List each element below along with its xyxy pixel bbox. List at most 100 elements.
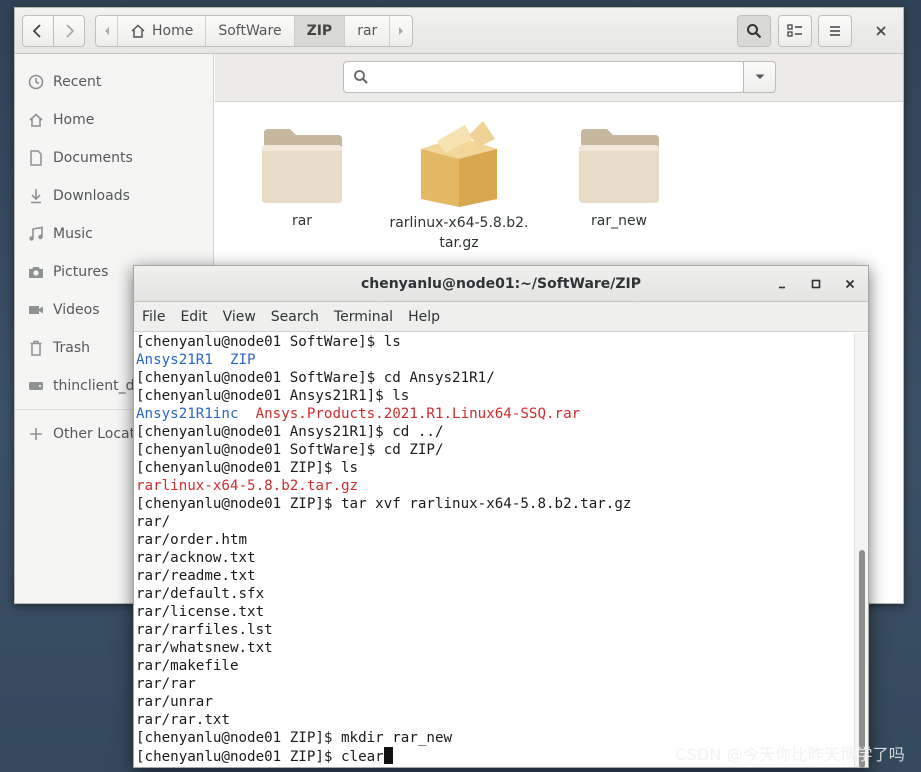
triangle-left-icon [104,27,109,35]
terminal-colored-text: rarlinux-x64-5.8.b2.tar.gz [136,478,359,494]
search-toggle-button[interactable] [737,15,771,47]
sidebar-item-downloads[interactable]: Downloads [15,178,214,214]
terminal-text: rar/rar [136,676,196,692]
file-item-rar-new[interactable]: rar_new [544,121,694,231]
terminal-text: [chenyanlu@node01 SoftWare]$ cd ZIP/ [136,442,444,458]
terminal-output[interactable]: [chenyanlu@node01 SoftWare]$ ls Ansys21R1… [134,333,856,767]
menu-help[interactable]: Help [400,302,447,332]
terminal-line: Ansys21R1 ZIP [136,351,856,369]
close-button[interactable] [841,275,859,293]
breadcrumb-right-arrow[interactable] [390,16,412,46]
terminal-text: [chenyanlu@node01 ZIP]$ tar xvf rarlinux… [136,496,632,512]
maximize-button[interactable] [807,275,825,293]
terminal-line: rar/readme.txt [136,567,856,585]
search-input[interactable] [376,66,736,88]
sidebar-item-label: Home [53,112,95,128]
sidebar-item-label: Documents [53,150,133,166]
terminal-colored-text: Ansys21R1 [136,352,213,368]
sidebar-item-label: Videos [53,302,100,318]
terminal-line: rar/rar.txt [136,711,856,729]
folder-icon [579,129,659,203]
terminal-text: rar/license.txt [136,604,265,620]
sidebar-item-music[interactable]: Music [15,216,214,252]
terminal-line: [chenyanlu@node01 Ansys21R1]$ ls [136,387,856,405]
file-item-rar[interactable]: rar [227,121,377,231]
sidebar-item-label: Trash [53,340,90,356]
terminal-text: rar/acknow.txt [136,550,256,566]
terminal-text: [chenyanlu@node01 ZIP]$ clear [136,749,384,765]
file-item-rarlinux-archive[interactable]: rarlinux-x64-5.8.b2. tar.gz [384,117,534,253]
close-button[interactable] [867,15,895,47]
back-button[interactable] [22,15,54,47]
home-icon [28,112,44,128]
terminal-line: rar/whatsnew.txt [136,639,856,657]
view-toggle-button[interactable] [778,15,812,47]
terminal-text: rar/whatsnew.txt [136,640,273,656]
search-bar [215,54,903,102]
scrollbar-thumb[interactable] [859,550,865,768]
terminal-line: rar/license.txt [136,603,856,621]
terminal-line: [chenyanlu@node01 SoftWare]$ ls [136,333,856,351]
window-title: chenyanlu@node01:~/SoftWare/ZIP [360,275,642,292]
terminal-text: rar/readme.txt [136,568,256,584]
terminal-line: rarlinux-x64-5.8.b2.tar.gz [136,477,856,495]
close-icon [876,26,886,36]
chevron-down-icon [755,74,764,79]
hamburger-icon [830,26,840,36]
menu-edit[interactable]: Edit [172,302,214,332]
archive-package-icon [421,121,497,207]
menu-search[interactable]: Search [263,302,326,332]
terminal-line: rar/acknow.txt [136,549,856,567]
breadcrumb-rar[interactable]: rar [345,16,391,46]
sidebar-item-label: Pictures [53,264,109,280]
breadcrumb-zip[interactable]: ZIP [294,16,346,46]
sidebar-item-label: Downloads [53,188,130,204]
terminal-text: rar/rar.txt [136,712,230,728]
minimize-icon [779,286,785,289]
terminal-line: Ansys21R1inc Ansys.Products.2021.R1.Linu… [136,405,856,423]
menu-file[interactable]: File [134,302,172,332]
breadcrumb-software[interactable]: SoftWare [206,16,295,46]
terminal-text: [chenyanlu@node01 SoftWare]$ cd Ansys21R… [136,370,495,386]
terminal-scrollbar[interactable] [854,333,868,768]
watermark: CSDN @今天你比昨天博学了吗 [675,745,905,764]
plus-icon [28,426,44,442]
sidebar-item-label: Music [53,226,93,242]
file-name: rarlinux-x64-5.8.b2. tar.gz [389,215,529,251]
breadcrumb-left-arrow[interactable] [96,16,118,46]
minimize-button[interactable] [773,275,791,293]
breadcrumb-home[interactable]: Home [118,16,207,46]
terminal-text: rar/rarfiles.lst [136,622,273,638]
menu-terminal[interactable]: Terminal [326,302,400,332]
chevron-right-icon [66,24,75,38]
chevron-left-icon [32,24,41,38]
terminal-colored-text: Ansys.Products.2021.R1.Linux64-SSQ.rar [255,406,581,422]
search-options-dropdown[interactable] [743,61,776,93]
trash-icon [28,340,44,356]
terminal-colored-text: ZIP [229,352,256,368]
drive-icon [28,378,44,394]
forward-button[interactable] [53,15,85,47]
terminal-text: [chenyanlu@node01 Ansys21R1]$ cd ../ [136,424,444,440]
terminal-line: rar/ [136,513,856,531]
terminal-text: [chenyanlu@node01 ZIP]$ mkdir rar_new [136,730,453,746]
terminal-line: rar/makefile [136,657,856,675]
menu-button[interactable] [818,15,852,47]
list-view-icon [787,24,802,37]
terminal-line: rar/unrar [136,693,856,711]
menu-view[interactable]: View [215,302,263,332]
close-icon [845,279,855,289]
sidebar-item-home[interactable]: Home [15,102,214,138]
sidebar-item-documents[interactable]: Documents [15,140,214,176]
breadcrumb: Home SoftWare ZIP rar [95,15,414,47]
terminal-line: [chenyanlu@node01 Ansys21R1]$ cd ../ [136,423,856,441]
terminal-text: rar/ [136,514,171,530]
video-icon [28,302,44,318]
terminal-line: rar/rar [136,675,856,693]
sidebar-item-label: Recent [53,74,102,90]
terminal-line: [chenyanlu@node01 SoftWare]$ cd Ansys21R… [136,369,856,387]
sidebar-item-recent[interactable]: Recent [15,64,214,100]
terminal-line: [chenyanlu@node01 ZIP]$ ls [136,459,856,477]
terminal-menubar: File Edit View Search Terminal Help [134,302,868,332]
